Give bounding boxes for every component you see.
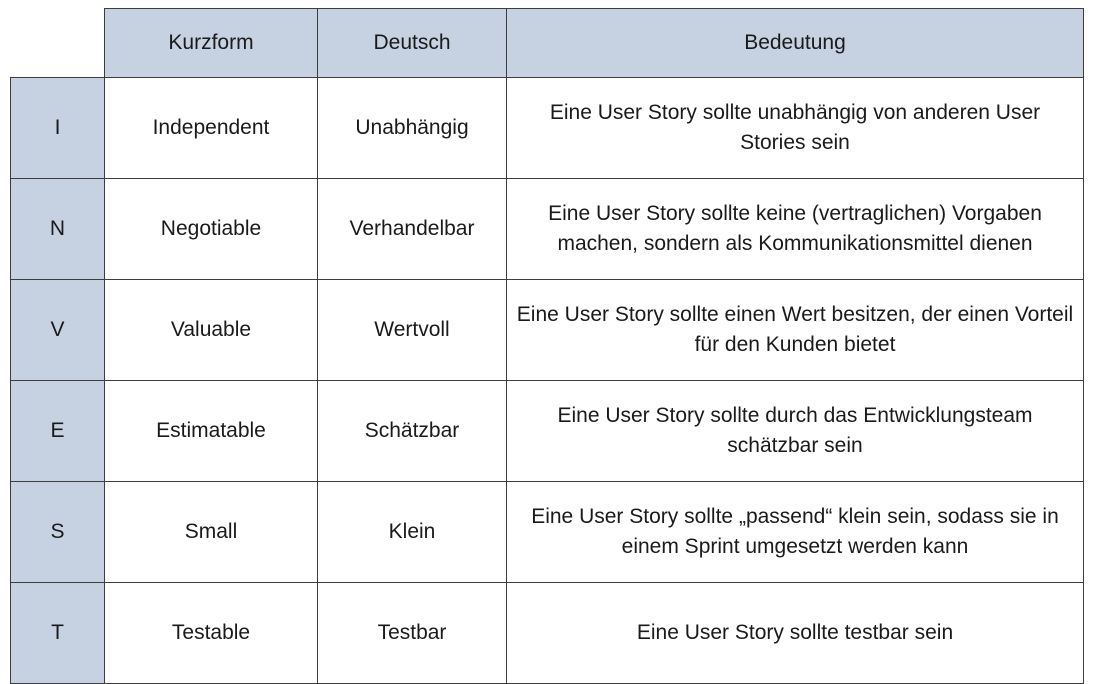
row-kurzform: Small	[104, 481, 318, 583]
row-bedeutung: Eine User Story sollte testbar sein	[506, 582, 1084, 684]
table-row: I Independent Unabhängig Eine User Story…	[10, 77, 1084, 179]
table-row: S Small Klein Eine User Story sollte „pa…	[10, 481, 1084, 583]
table-row: E Estimatable Schätzbar Eine User Story …	[10, 380, 1084, 482]
row-letter: N	[10, 178, 105, 280]
row-kurzform: Estimatable	[104, 380, 318, 482]
row-kurzform: Negotiable	[104, 178, 318, 280]
row-letter: I	[10, 77, 105, 179]
row-deutsch: Klein	[317, 481, 507, 583]
row-letter: V	[10, 279, 105, 381]
row-kurzform: Valuable	[104, 279, 318, 381]
row-letter: S	[10, 481, 105, 583]
table-row: V Valuable Wertvoll Eine User Story soll…	[10, 279, 1084, 381]
row-bedeutung: Eine User Story sollte durch das Entwick…	[506, 380, 1084, 482]
table-row: N Negotiable Verhandelbar Eine User Stor…	[10, 178, 1084, 280]
row-kurzform: Independent	[104, 77, 318, 179]
row-bedeutung: Eine User Story sollte einen Wert besitz…	[506, 279, 1084, 381]
row-letter: E	[10, 380, 105, 482]
row-letter: T	[10, 582, 105, 684]
header-kurzform: Kurzform	[104, 8, 318, 78]
table-row: T Testable Testbar Eine User Story sollt…	[10, 582, 1084, 684]
header-row: Kurzform Deutsch Bedeutung	[10, 8, 1084, 78]
row-kurzform: Testable	[104, 582, 318, 684]
row-deutsch: Unabhängig	[317, 77, 507, 179]
row-deutsch: Schätzbar	[317, 380, 507, 482]
header-bedeutung: Bedeutung	[506, 8, 1084, 78]
header-deutsch: Deutsch	[317, 8, 507, 78]
row-deutsch: Verhandelbar	[317, 178, 507, 280]
row-bedeutung: Eine User Story sollte keine (vertraglic…	[506, 178, 1084, 280]
invest-table: Kurzform Deutsch Bedeutung I Independent…	[10, 8, 1084, 684]
row-deutsch: Testbar	[317, 582, 507, 684]
row-bedeutung: Eine User Story sollte unabhängig von an…	[506, 77, 1084, 179]
corner-cell	[10, 8, 105, 78]
row-deutsch: Wertvoll	[317, 279, 507, 381]
row-bedeutung: Eine User Story sollte „passend“ klein s…	[506, 481, 1084, 583]
